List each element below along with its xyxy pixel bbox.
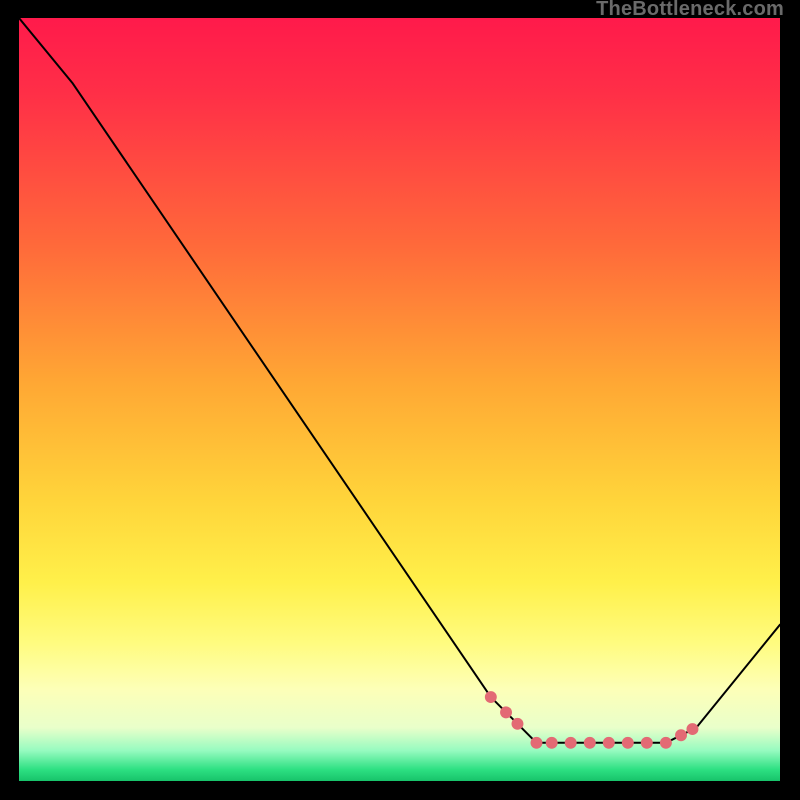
curve-marker-dot [546, 737, 558, 749]
curve-marker-dot [686, 723, 698, 735]
plot-area [17, 16, 782, 783]
curve-marker-dot [485, 691, 497, 703]
curve-marker-dot [660, 737, 672, 749]
chart-svg [19, 18, 780, 781]
curve-marker-dot [603, 737, 615, 749]
chart-stage: TheBottleneck.com [0, 0, 800, 800]
curve-line [19, 18, 780, 743]
curve-marker-dot [512, 718, 524, 730]
curve-marker-dot [531, 737, 543, 749]
curve-marker-dot [565, 737, 577, 749]
curve-marker-dot [641, 737, 653, 749]
watermark-text: TheBottleneck.com [596, 0, 784, 21]
curve-marker-dot [675, 729, 687, 741]
curve-marker-dot [500, 706, 512, 718]
curve-marker-dot [584, 737, 596, 749]
curve-marker-dot [622, 737, 634, 749]
curve-markers [485, 691, 699, 749]
